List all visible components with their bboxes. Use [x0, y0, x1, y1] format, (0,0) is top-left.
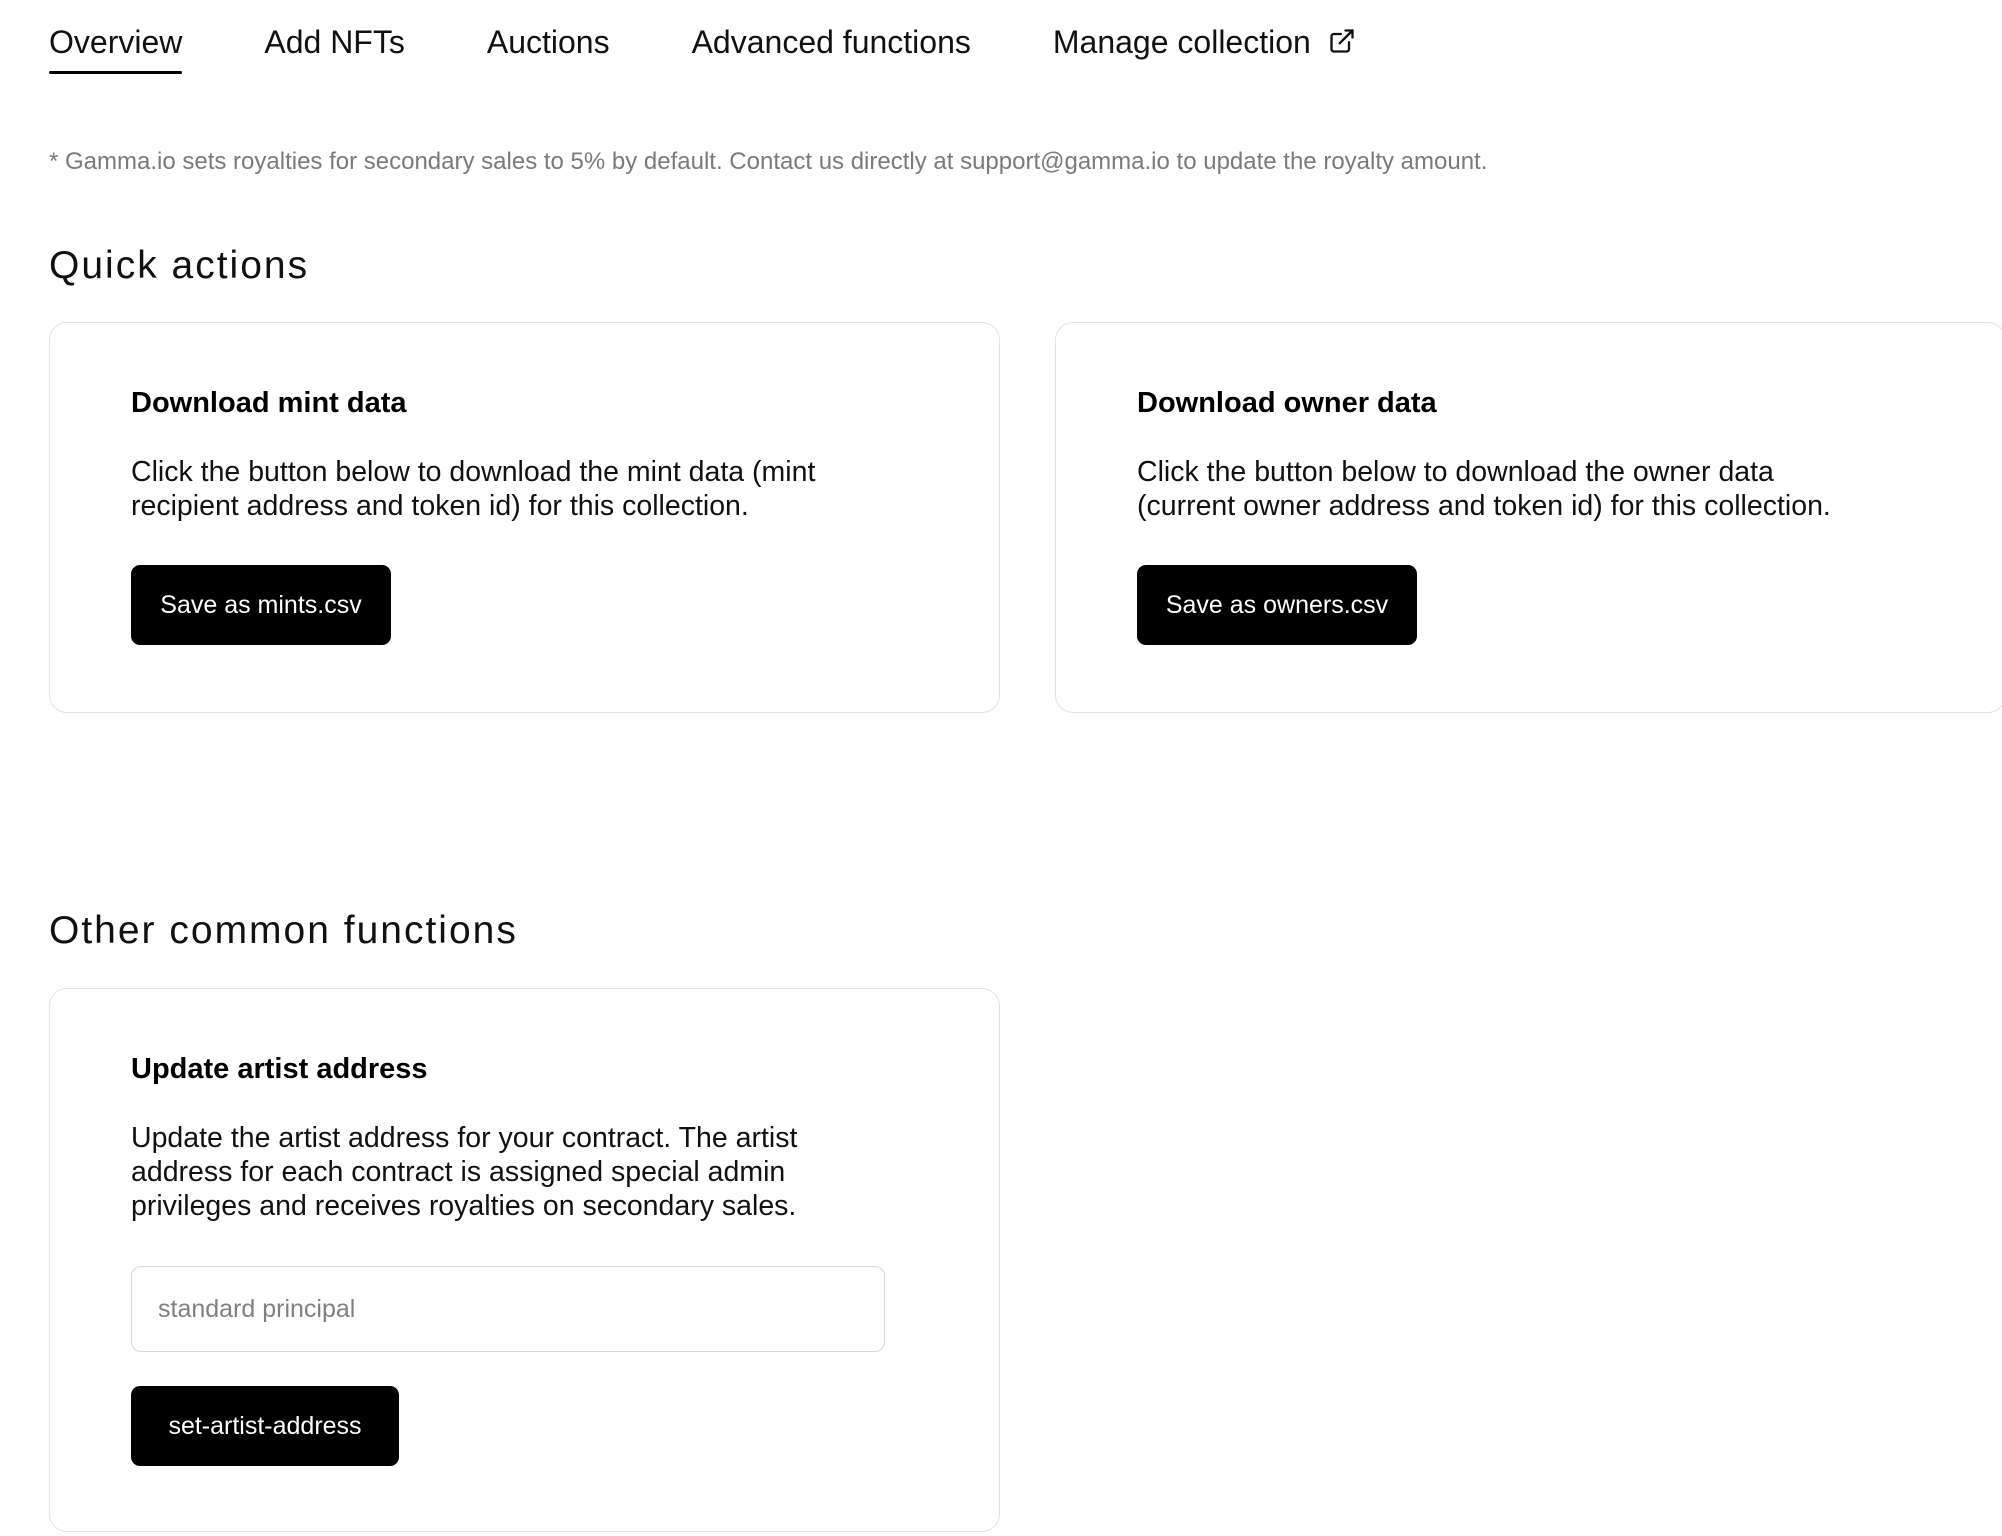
tab-auctions-label: Auctions — [486, 24, 610, 60]
description-line: (current owner address and token id) for… — [1137, 490, 1831, 522]
tab-overview[interactable]: Overview — [49, 22, 183, 74]
description-line: privileges and receives royalties on sec… — [131, 1190, 797, 1222]
description-line: Update the artist address for your contr… — [131, 1122, 798, 1154]
tab-advanced-functions-label: Advanced functions — [691, 24, 971, 60]
download-owner-data-card: Download owner data Click the button bel… — [1055, 322, 2002, 713]
save-owners-csv-button[interactable]: Save as owners.csv — [1137, 565, 1417, 645]
royalty-note: * Gamma.io sets royalties for secondary … — [49, 148, 1488, 175]
card-title: Download owner data — [1137, 387, 1437, 419]
tab-manage-collection-label: Manage collection — [1052, 24, 1311, 60]
card-title: Update artist address — [131, 1053, 428, 1085]
save-mints-csv-button[interactable]: Save as mints.csv — [131, 565, 391, 645]
tab-manage-collection[interactable]: Manage collection — [1053, 22, 1356, 74]
description-line: recipient address and token id) for this… — [131, 490, 749, 522]
tab-overview-label: Overview — [49, 24, 183, 60]
tab-advanced-functions[interactable]: Advanced functions — [692, 22, 971, 74]
tab-add-nfts[interactable]: Add NFTs — [264, 22, 404, 74]
tab-bar: Overview Add NFTs Auctions Advanced func… — [49, 22, 1356, 80]
card-title: Download mint data — [131, 387, 407, 419]
tab-auctions[interactable]: Auctions — [487, 22, 610, 74]
collection-overview-page: Overview Add NFTs Auctions Advanced func… — [0, 0, 2002, 1536]
artist-address-input[interactable] — [131, 1266, 885, 1352]
card-description: Click the button below to download the o… — [1137, 455, 1831, 523]
tab-add-nfts-label: Add NFTs — [264, 24, 405, 60]
download-mint-data-card: Download mint data Click the button belo… — [49, 322, 1000, 713]
external-link-icon — [1328, 24, 1356, 53]
description-line: address for each contract is assigned sp… — [131, 1156, 786, 1188]
card-description: Update the artist address for your contr… — [131, 1121, 797, 1223]
other-functions-heading: Other common functions — [49, 909, 518, 952]
card-description: Click the button below to download the m… — [131, 455, 815, 523]
set-artist-address-button[interactable]: set-artist-address — [131, 1386, 399, 1466]
update-artist-address-card: Update artist address Update the artist … — [49, 988, 1000, 1532]
quick-actions-heading: Quick actions — [49, 244, 310, 287]
description-line: Click the button below to download the o… — [1137, 456, 1774, 488]
description-line: Click the button below to download the m… — [131, 456, 816, 488]
